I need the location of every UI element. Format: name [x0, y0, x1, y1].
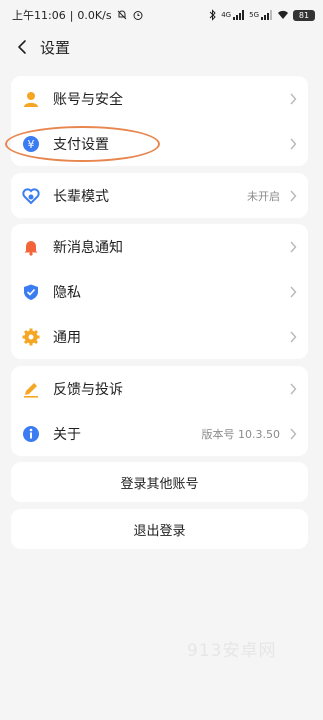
row-value-elder-mode: 未开启 [247, 189, 280, 203]
row-label-feedback: 反馈与投诉 [53, 381, 123, 398]
wifi-icon [277, 9, 289, 21]
row-notifications[interactable]: 新消息通知 [11, 224, 308, 269]
alarm-clock-icon [132, 9, 144, 21]
row-label-general: 通用 [53, 329, 81, 346]
status-time: 上午11:06 [12, 9, 66, 22]
elder-mode-group: 长辈模式 未开启 [11, 173, 308, 218]
row-label-account-security: 账号与安全 [53, 91, 123, 108]
signal-icon-2 [261, 9, 273, 21]
shield-icon [22, 283, 40, 301]
row-about[interactable]: 关于 版本号 10.3.50 [11, 411, 308, 456]
status-divider: | [69, 8, 74, 22]
bell-icon [22, 238, 40, 256]
switch-account-button[interactable]: 登录其他账号 [11, 462, 308, 502]
settings-page: 上午11:06 | 0.0K/s 4G 5G 81 设置 账号与安全 ¥ 支付设… [0, 0, 323, 720]
signal-icon [233, 9, 245, 21]
row-label-privacy: 隐私 [53, 284, 81, 301]
logout-card: 退出登录 [11, 509, 308, 549]
row-label-payment-settings: 支付设置 [53, 136, 109, 153]
general-group: 新消息通知 隐私 通用 [11, 224, 308, 359]
row-elder-mode[interactable]: 长辈模式 未开启 [11, 173, 308, 218]
watermark: 913安卓网 [187, 641, 277, 661]
back-arrow-icon[interactable] [10, 35, 34, 59]
chevron-right-icon [288, 330, 298, 344]
status-bar: 上午11:06 | 0.0K/s 4G 5G 81 [0, 0, 323, 30]
chevron-right-icon [288, 189, 298, 203]
switch-account-card: 登录其他账号 [11, 462, 308, 502]
row-value-version: 版本号 10.3.50 [201, 427, 280, 441]
chevron-right-icon [288, 285, 298, 299]
network-speed: 0.0K/s [77, 8, 112, 22]
row-label-elder-mode: 长辈模式 [53, 188, 109, 205]
gear-icon [22, 328, 40, 346]
heart-icon [22, 187, 40, 205]
row-feedback[interactable]: 反馈与投诉 [11, 366, 308, 411]
battery-indicator: 81 [293, 9, 315, 21]
page-title: 设置 [40, 38, 71, 57]
pen-icon [22, 380, 40, 398]
person-icon [22, 90, 40, 108]
header-bar: 设置 [0, 30, 323, 64]
chevron-right-icon [288, 427, 298, 441]
row-label-notifications: 新消息通知 [53, 239, 123, 256]
row-label-about: 关于 [53, 426, 81, 443]
chevron-right-icon [288, 240, 298, 254]
network-type-2: 5G [249, 10, 259, 19]
row-privacy[interactable]: 隐私 [11, 269, 308, 314]
network-type-1: 4G [221, 10, 232, 19]
row-account-security[interactable]: 账号与安全 [11, 76, 308, 121]
mute-bell-icon [116, 9, 128, 21]
chevron-right-icon [288, 137, 298, 151]
info-icon [22, 425, 40, 443]
row-payment-settings[interactable]: ¥ 支付设置 [11, 121, 308, 166]
chevron-right-icon [288, 382, 298, 396]
bluetooth-icon [209, 9, 217, 21]
svg-text:¥: ¥ [28, 138, 35, 151]
row-general[interactable]: 通用 [11, 314, 308, 359]
chevron-right-icon [288, 92, 298, 106]
about-group: 反馈与投诉 关于 版本号 10.3.50 [11, 366, 308, 456]
account-group: 账号与安全 ¥ 支付设置 [11, 76, 308, 166]
yuan-icon: ¥ [22, 135, 40, 153]
logout-button[interactable]: 退出登录 [11, 509, 308, 549]
